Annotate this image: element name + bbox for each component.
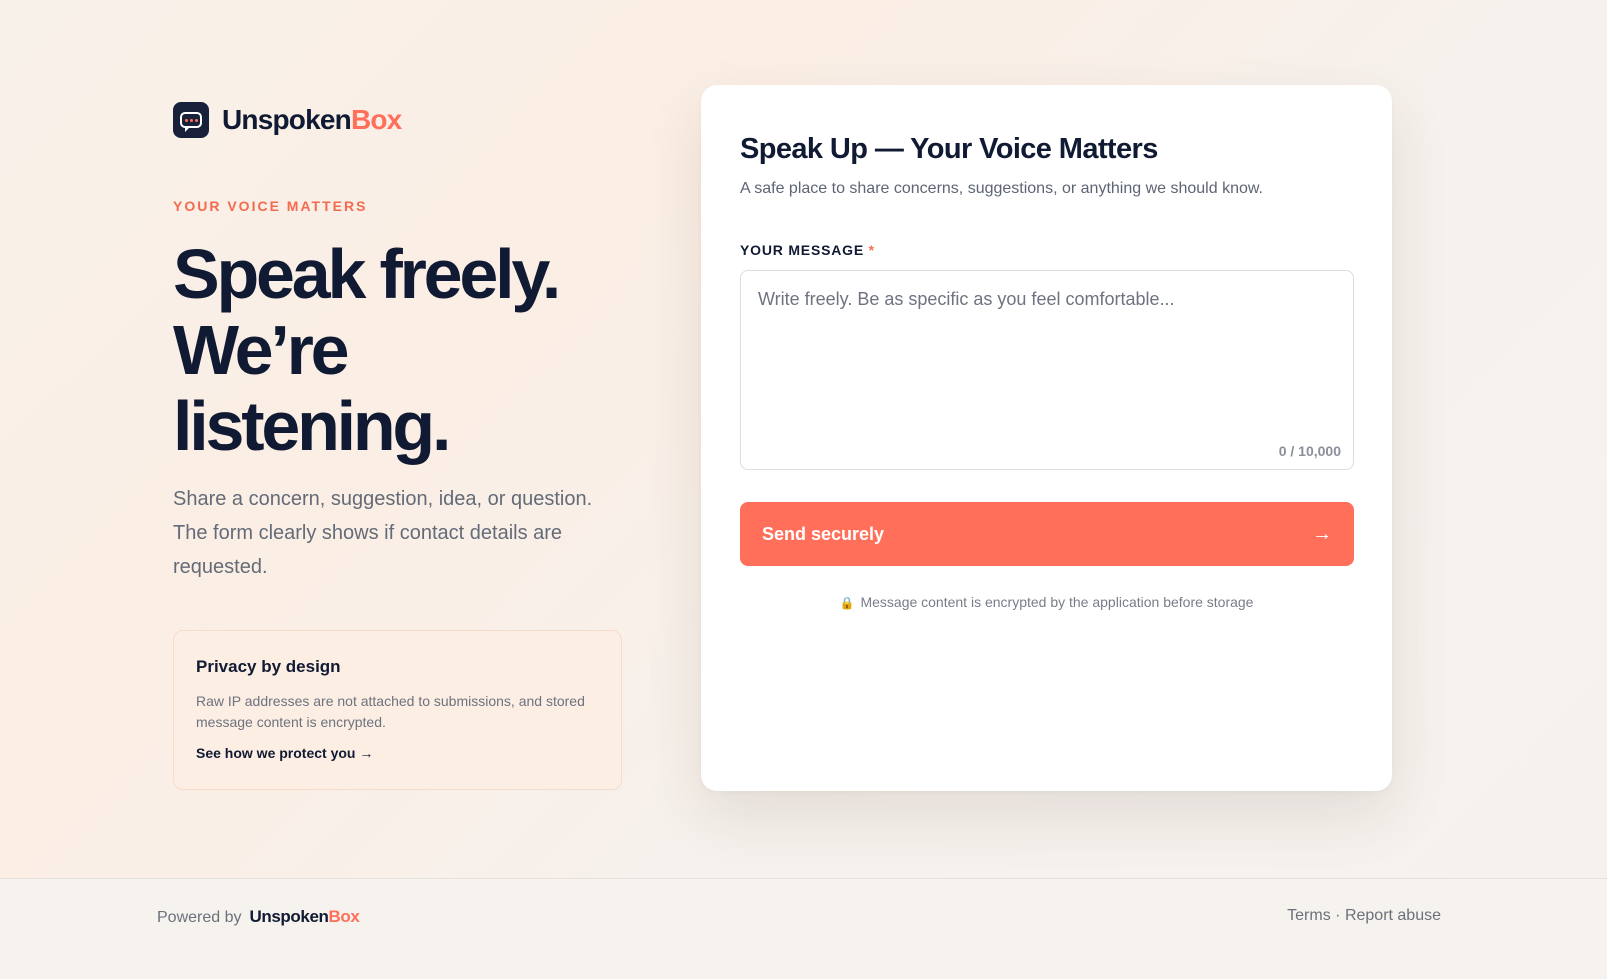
privacy-card: Privacy by design Raw IP addresses are n… (173, 630, 622, 790)
privacy-title: Privacy by design (196, 657, 341, 676)
message-label: YOUR MESSAGE * (740, 242, 1353, 258)
form-subtitle: A safe place to share concerns, suggesti… (740, 180, 1263, 197)
footer-brand-accent: Box (328, 907, 360, 926)
message-field: 0 / 10,000 (740, 270, 1354, 470)
powered-by-text: Powered by (157, 909, 242, 926)
headline-line-1: Speak freely. (173, 235, 561, 313)
footer-links: Terms · Report abuse (1287, 907, 1441, 925)
required-indicator: * (868, 242, 875, 258)
powered-by: Powered by UnspokenBox (157, 907, 360, 927)
page-footer: Powered by UnspokenBox Terms · Report ab… (0, 878, 1607, 979)
report-abuse-link[interactable]: Report abuse (1345, 907, 1441, 924)
encryption-note: 🔒 Message content is encrypted by the app… (740, 594, 1353, 610)
privacy-body: Raw IP addresses are not attached to sub… (196, 693, 585, 730)
brand-name: UnspokenBox (222, 104, 402, 136)
message-form-card: Speak Up — Your Voice Matters A safe pla… (701, 85, 1392, 791)
brand-name-main: Unspoken (222, 104, 352, 135)
send-securely-button[interactable]: Send securely → (740, 502, 1354, 566)
privacy-link[interactable]: See how we protect you → (196, 745, 373, 761)
encryption-note-text: Message content is encrypted by the appl… (860, 594, 1254, 610)
headline-line-2: We’re (173, 311, 350, 389)
hero-headline: Speak freely. We’re listening. (173, 236, 633, 464)
message-label-text: YOUR MESSAGE (740, 242, 864, 258)
character-counter: 0 / 10,000 (1278, 443, 1341, 459)
terms-link[interactable]: Terms (1287, 907, 1331, 924)
send-button-label: Send securely (762, 523, 885, 544)
hero-lede: Share a concern, suggestion, idea, or qu… (173, 488, 593, 578)
footer-separator: · (1335, 907, 1341, 924)
footer-brand[interactable]: UnspokenBox (250, 907, 360, 927)
chat-bubble-icon (173, 102, 209, 138)
lock-icon: 🔒 (839, 596, 855, 610)
form-title: Speak Up — Your Voice Matters (740, 133, 1158, 165)
brand-name-accent: Box (350, 104, 402, 135)
footer-brand-main: Unspoken (249, 907, 329, 926)
message-textarea[interactable] (741, 271, 1353, 469)
brand-logo[interactable]: UnspokenBox (173, 102, 402, 138)
hero-eyebrow: YOUR VOICE MATTERS (173, 198, 368, 214)
arrow-right-icon: → (1312, 522, 1332, 545)
headline-line-3: listening. (173, 387, 451, 465)
